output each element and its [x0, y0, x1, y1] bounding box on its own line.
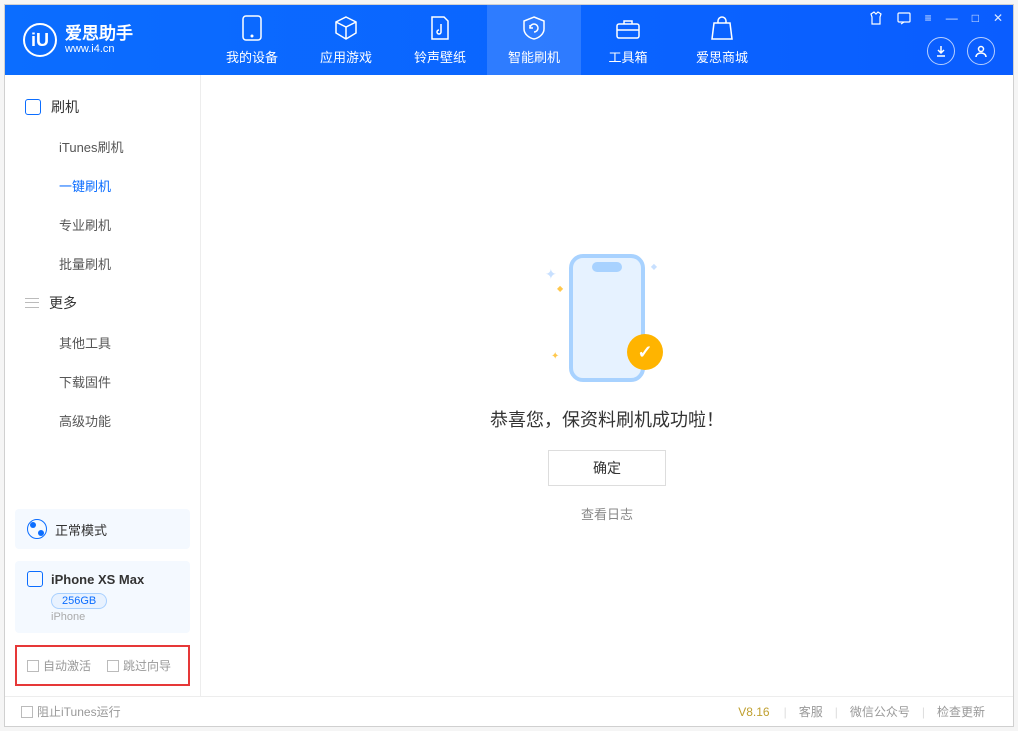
device-name: iPhone XS Max: [51, 572, 144, 587]
checkbox-label: 自动激活: [43, 657, 91, 674]
tab-label: 智能刷机: [508, 47, 560, 66]
maximize-button[interactable]: □: [972, 11, 979, 25]
ok-button[interactable]: 确定: [548, 450, 666, 486]
feedback-icon[interactable]: [897, 11, 911, 25]
window-controls: ≡ — □ ✕: [869, 11, 1003, 25]
sidebar-item-oneclick-flash[interactable]: 一键刷机: [5, 166, 200, 205]
group-label: 更多: [49, 293, 77, 313]
minimize-button[interactable]: —: [946, 11, 958, 25]
device-type: iPhone: [51, 611, 178, 623]
device-card[interactable]: iPhone XS Max 256GB iPhone: [15, 561, 190, 633]
skin-icon[interactable]: [869, 11, 883, 25]
bag-icon: [709, 15, 735, 41]
success-message: 恭喜您，保资料刷机成功啦！: [490, 406, 724, 432]
refresh-shield-icon: [521, 15, 547, 41]
mode-card[interactable]: 正常模式: [15, 509, 190, 549]
mode-icon: [27, 519, 47, 539]
checkbox-label: 阻止iTunes运行: [37, 703, 121, 720]
sidebar: 刷机 iTunes刷机 一键刷机 专业刷机 批量刷机 更多 其他工具 下载固件 …: [5, 75, 201, 696]
phone-icon: [27, 571, 43, 587]
list-icon: [25, 296, 39, 310]
menu-icon[interactable]: ≡: [925, 11, 932, 25]
main-tabs: 我的设备 应用游戏 铃声壁纸 智能刷机 工具箱 爱思商城: [205, 5, 769, 75]
checkbox-auto-activate[interactable]: 自动激活: [27, 657, 91, 674]
main-content: ✦◆◆✦ ✓ 恭喜您，保资料刷机成功啦！ 确定 查看日志: [201, 75, 1013, 696]
checkbox-icon: [21, 706, 33, 718]
tab-ringtones[interactable]: 铃声壁纸: [393, 5, 487, 75]
app-url: www.i4.cn: [65, 43, 133, 55]
view-log-link[interactable]: 查看日志: [581, 504, 633, 523]
close-button[interactable]: ✕: [993, 11, 1003, 25]
success-illustration: ✦◆◆✦ ✓: [537, 248, 677, 388]
device-storage: 256GB: [51, 593, 107, 609]
sidebar-item-itunes-flash[interactable]: iTunes刷机: [5, 127, 200, 166]
option-highlight-box: 自动激活 跳过向导: [15, 645, 190, 686]
user-button[interactable]: [967, 37, 995, 65]
checkbox-skip-guide[interactable]: 跳过向导: [107, 657, 171, 674]
tab-store[interactable]: 爱思商城: [675, 5, 769, 75]
footer-link-wechat[interactable]: 微信公众号: [838, 703, 922, 720]
checkbox-label: 跳过向导: [123, 657, 171, 674]
tab-label: 爱思商城: [696, 47, 748, 66]
checkbox-icon: [107, 660, 119, 672]
tab-label: 铃声壁纸: [414, 47, 466, 66]
sidebar-item-advanced[interactable]: 高级功能: [5, 401, 200, 440]
footer-link-support[interactable]: 客服: [787, 703, 835, 720]
footer-link-update[interactable]: 检查更新: [925, 703, 997, 720]
tab-label: 我的设备: [226, 47, 278, 66]
sidebar-item-download-firmware[interactable]: 下载固件: [5, 362, 200, 401]
tab-toolbox[interactable]: 工具箱: [581, 5, 675, 75]
sidebar-item-pro-flash[interactable]: 专业刷机: [5, 205, 200, 244]
download-button[interactable]: [927, 37, 955, 65]
app-name: 爱思助手: [65, 25, 133, 44]
phone-icon: [25, 99, 41, 115]
checkbox-block-itunes[interactable]: 阻止iTunes运行: [21, 703, 121, 720]
device-icon: [239, 15, 265, 41]
checkbox-icon: [27, 660, 39, 672]
music-file-icon: [427, 15, 453, 41]
sidebar-item-other-tools[interactable]: 其他工具: [5, 323, 200, 362]
check-badge-icon: ✓: [627, 334, 663, 370]
header-actions: [927, 37, 995, 65]
group-label: 刷机: [51, 97, 79, 117]
version-label: V8.16: [738, 705, 769, 719]
status-bar: 阻止iTunes运行 V8.16 | 客服 | 微信公众号 | 检查更新: [5, 696, 1013, 726]
tab-apps-games[interactable]: 应用游戏: [299, 5, 393, 75]
tab-smart-flash[interactable]: 智能刷机: [487, 5, 581, 75]
toolbox-icon: [615, 15, 641, 41]
sidebar-item-batch-flash[interactable]: 批量刷机: [5, 244, 200, 283]
title-bar: iU 爱思助手 www.i4.cn 我的设备 应用游戏 铃声壁纸 智能刷机: [5, 5, 1013, 75]
cube-icon: [333, 15, 359, 41]
tab-label: 应用游戏: [320, 47, 372, 66]
mode-label: 正常模式: [55, 520, 107, 539]
sidebar-group-flash: 刷机: [5, 87, 200, 127]
logo-icon: iU: [23, 23, 57, 57]
logo: iU 爱思助手 www.i4.cn: [5, 23, 205, 57]
tab-label: 工具箱: [608, 47, 647, 66]
sidebar-group-more: 更多: [5, 283, 200, 323]
tab-my-device[interactable]: 我的设备: [205, 5, 299, 75]
